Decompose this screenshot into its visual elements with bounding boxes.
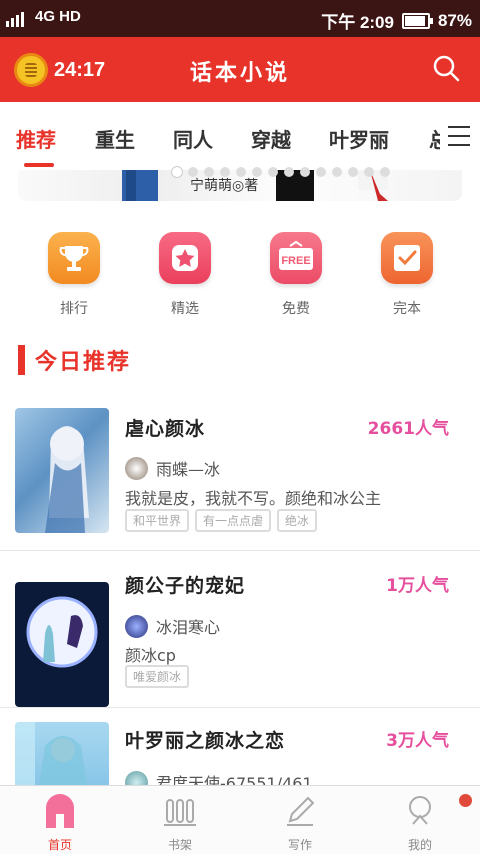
book-title: 颜公子的宠妃	[125, 575, 246, 597]
status-time: 下午 2:09	[321, 13, 394, 32]
app-header: 24:17 话本小说	[0, 37, 480, 102]
section-header: 今日推荐	[18, 344, 131, 376]
quick-finished[interactable]: 完本	[381, 232, 433, 318]
author-name: 冰泪寒心	[156, 618, 221, 637]
network-indicator: 4G HD	[35, 8, 81, 25]
quick-free-label: 免费	[282, 301, 310, 317]
section-title: 今日推荐	[35, 350, 132, 375]
book-cover	[15, 408, 109, 533]
book-cover	[15, 582, 109, 707]
author-name: 君度天使-67551/461	[156, 774, 313, 785]
author-avatar	[125, 770, 148, 785]
menu-icon[interactable]	[440, 122, 480, 152]
star-icon	[159, 232, 211, 284]
nav-write-label: 写作	[287, 838, 312, 852]
author-avatar	[125, 456, 148, 480]
nav-bookshelf-label: 书架	[167, 838, 192, 852]
book-tag[interactable]: 唯爱颜冰	[125, 665, 190, 688]
book-tag[interactable]: 有一点点虐	[195, 509, 272, 532]
check-icon	[381, 232, 433, 284]
pen-icon	[283, 794, 317, 828]
quick-featured[interactable]: 精选	[159, 232, 211, 318]
book-item[interactable]: 叶罗丽之颜冰之恋 3万人气 君度天使-67551/461	[0, 708, 480, 785]
book-author: 雨蝶—冰	[125, 456, 220, 480]
tab-rebirth[interactable]: 重生	[95, 124, 135, 153]
book-tags: 唯爱颜冰	[125, 665, 190, 688]
nav-profile-label: 我的	[407, 838, 432, 852]
quick-rank[interactable]: 排行	[48, 232, 100, 318]
tab-yeluoli[interactable]: 叶罗丽	[329, 124, 389, 153]
free-badge-text: FREE	[281, 255, 310, 267]
nav-home[interactable]: 首页	[25, 794, 95, 853]
book-tags: 和平世界 有一点点虐 绝冰	[125, 509, 318, 532]
book-popularity: 1万人气	[386, 576, 449, 596]
section-bar	[18, 345, 25, 375]
tab-fanfic[interactable]: 同人	[173, 124, 213, 153]
book-tag[interactable]: 和平世界	[125, 509, 190, 532]
nav-write[interactable]: 写作	[265, 794, 335, 853]
battery-icon	[401, 12, 433, 29]
home-icon	[43, 794, 77, 828]
category-tabs: 推荐 重生 同人 穿越 叶罗丽 总	[0, 102, 480, 170]
book-cover	[15, 722, 109, 785]
nav-bookshelf[interactable]: 书架	[145, 794, 215, 853]
book-popularity: 3万人气	[386, 731, 449, 751]
nav-home-label: 首页	[47, 838, 72, 852]
quick-featured-label: 精选	[171, 301, 199, 317]
trophy-icon	[48, 232, 100, 284]
bookshelf-icon	[163, 794, 197, 828]
book-tag[interactable]: 绝冰	[277, 509, 318, 532]
tab-time-travel[interactable]: 穿越	[251, 124, 291, 153]
author-avatar	[125, 614, 148, 638]
search-icon[interactable]	[432, 54, 460, 82]
quick-rank-label: 排行	[60, 301, 88, 317]
book-author: 君度天使-67551/461	[125, 770, 313, 785]
free-tag-icon: FREE	[270, 232, 322, 284]
nav-profile[interactable]: 我的	[385, 794, 455, 853]
book-popularity: 2661人气	[367, 419, 449, 439]
battery-percent: 87%	[437, 10, 472, 30]
book-title: 虐心颜冰	[125, 418, 206, 440]
author-name: 雨蝶—冰	[156, 460, 221, 479]
tab-recommend[interactable]: 推荐	[16, 124, 56, 153]
book-description: 颜冰cp	[125, 646, 176, 665]
banner-caption: 宁萌萌◎著	[190, 178, 259, 194]
active-tab-indicator	[24, 163, 54, 167]
status-bar: 4G HD 下午 2:09 87%	[0, 0, 480, 37]
book-item[interactable]: 虐心颜冰 2661人气 雨蝶—冰 我就是皮，我就不写。颜绝和冰公主 和平世界 有…	[0, 392, 480, 551]
signal-icon	[6, 12, 24, 27]
bottom-nav: 首页 书架 写作 我的	[0, 785, 480, 854]
quick-finished-label: 完本	[393, 301, 421, 317]
profile-icon	[403, 794, 437, 828]
book-item[interactable]: 颜公子的宠妃 1万人气 冰泪寒心 颜冰cp 唯爱颜冰	[0, 551, 480, 708]
book-description: 我就是皮，我就不写。颜绝和冰公主	[125, 489, 382, 508]
quick-free[interactable]: FREE 免费	[270, 232, 322, 318]
book-author: 冰泪寒心	[125, 614, 220, 638]
notification-dot	[459, 794, 472, 807]
app-title: 话本小说	[189, 61, 290, 86]
book-title: 叶罗丽之颜冰之恋	[125, 730, 286, 752]
